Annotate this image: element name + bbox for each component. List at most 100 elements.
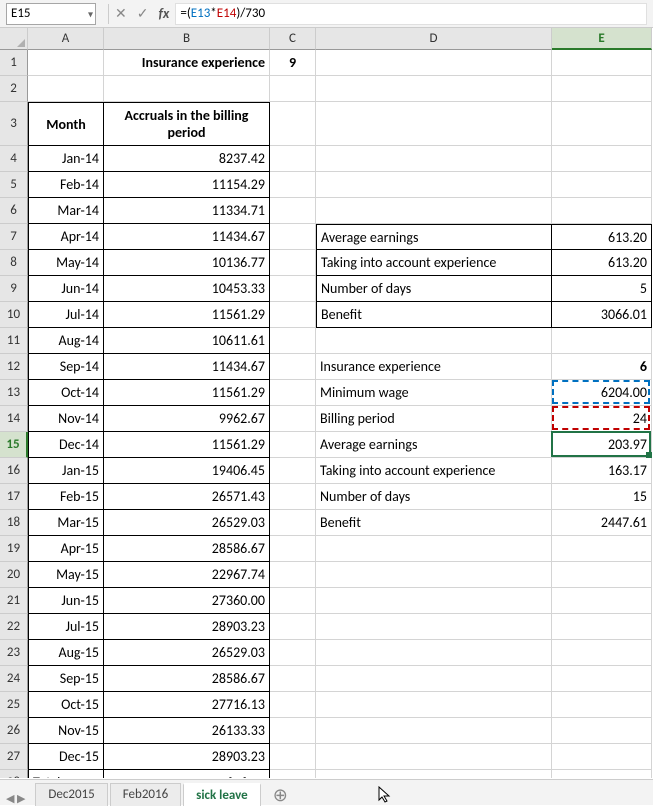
- cell-C22[interactable]: [270, 614, 316, 640]
- cell-A4[interactable]: Jan-14: [28, 146, 104, 172]
- cell-E3[interactable]: [552, 102, 652, 146]
- cell-D22[interactable]: [316, 614, 552, 640]
- cell-D11[interactable]: [316, 328, 552, 354]
- cell-A3[interactable]: Month: [28, 102, 104, 146]
- cell-B5[interactable]: 11154.29: [104, 172, 270, 198]
- cell-E15[interactable]: 203.97: [552, 432, 652, 458]
- cell-C10[interactable]: [270, 302, 316, 328]
- cell-B10[interactable]: 11561.29: [104, 302, 270, 328]
- cell-D6[interactable]: [316, 198, 552, 224]
- cell-C1[interactable]: 9: [270, 50, 316, 76]
- cell-E13[interactable]: 6204.00: [552, 380, 652, 406]
- cell-D7[interactable]: Average earnings: [316, 224, 552, 250]
- row-header-28[interactable]: 28: [0, 770, 28, 778]
- cell-B21[interactable]: 27360.00: [104, 588, 270, 614]
- cell-C19[interactable]: [270, 536, 316, 562]
- col-header-B[interactable]: B: [104, 28, 270, 50]
- row-header-23[interactable]: 23: [0, 640, 28, 666]
- cell-D24[interactable]: [316, 666, 552, 692]
- cell-D17[interactable]: Number of days: [316, 484, 552, 510]
- cell-A13[interactable]: Oct-14: [28, 380, 104, 406]
- cell-A8[interactable]: May-14: [28, 250, 104, 276]
- row-header-7[interactable]: 7: [0, 224, 28, 250]
- cell-B6[interactable]: 11334.71: [104, 198, 270, 224]
- cell-B22[interactable]: 28903.23: [104, 614, 270, 640]
- row-header-5[interactable]: 5: [0, 172, 28, 198]
- cell-E12[interactable]: 6: [552, 354, 652, 380]
- cell-E10[interactable]: 3066.01: [552, 302, 652, 328]
- cell-A10[interactable]: Jul-14: [28, 302, 104, 328]
- cell-C3[interactable]: [270, 102, 316, 146]
- cell-A23[interactable]: Aug-15: [28, 640, 104, 666]
- cell-D5[interactable]: [316, 172, 552, 198]
- row-header-14[interactable]: 14: [0, 406, 28, 432]
- row-header-3[interactable]: 3: [0, 102, 28, 146]
- col-header-E[interactable]: E: [552, 28, 652, 50]
- add-sheet-button[interactable]: ⊕: [263, 785, 298, 805]
- cell-C9[interactable]: [270, 276, 316, 302]
- row-header-27[interactable]: 27: [0, 744, 28, 770]
- cell-A1[interactable]: [28, 50, 104, 76]
- row-header-6[interactable]: 6: [0, 198, 28, 224]
- row-header-19[interactable]: 19: [0, 536, 28, 562]
- row-header-18[interactable]: 18: [0, 510, 28, 536]
- cell-E17[interactable]: 15: [552, 484, 652, 510]
- sheet-tab-sick-leave[interactable]: sick leave: [183, 783, 261, 806]
- cell-E21[interactable]: [552, 588, 652, 614]
- row-header-16[interactable]: 16: [0, 458, 28, 484]
- cell-D13[interactable]: Minimum wage: [316, 380, 552, 406]
- cell-C5[interactable]: [270, 172, 316, 198]
- cell-B3[interactable]: Accruals in the billing period: [104, 102, 270, 146]
- sheet-tab-Feb2016[interactable]: Feb2016: [110, 783, 181, 806]
- cell-E24[interactable]: [552, 666, 652, 692]
- cell-C27[interactable]: [270, 744, 316, 770]
- cell-B12[interactable]: 11434.67: [104, 354, 270, 380]
- cell-E9[interactable]: 5: [552, 276, 652, 302]
- cell-B8[interactable]: 10136.77: [104, 250, 270, 276]
- cell-C4[interactable]: [270, 146, 316, 172]
- cell-C14[interactable]: [270, 406, 316, 432]
- cell-D20[interactable]: [316, 562, 552, 588]
- accept-icon[interactable]: ✓: [137, 5, 149, 22]
- cell-A7[interactable]: Apr-14: [28, 224, 104, 250]
- row-header-17[interactable]: 17: [0, 484, 28, 510]
- tab-nav-arrows[interactable]: ◀ ▶: [6, 792, 25, 805]
- cell-A12[interactable]: Sep-14: [28, 354, 104, 380]
- cell-C17[interactable]: [270, 484, 316, 510]
- cell-E22[interactable]: [552, 614, 652, 640]
- cell-B2[interactable]: [104, 76, 270, 102]
- cell-C13[interactable]: [270, 380, 316, 406]
- cell-B25[interactable]: 27716.13: [104, 692, 270, 718]
- cell-B11[interactable]: 10611.61: [104, 328, 270, 354]
- cell-C26[interactable]: [270, 718, 316, 744]
- cell-B4[interactable]: 8237.42: [104, 146, 270, 172]
- row-header-25[interactable]: 25: [0, 692, 28, 718]
- fx-icon[interactable]: fx: [158, 5, 169, 22]
- row-header-2[interactable]: 2: [0, 76, 28, 102]
- cell-C20[interactable]: [270, 562, 316, 588]
- cell-B7[interactable]: 11434.67: [104, 224, 270, 250]
- cell-E16[interactable]: 163.17: [552, 458, 652, 484]
- cell-D21[interactable]: [316, 588, 552, 614]
- cell-A16[interactable]: Jan-15: [28, 458, 104, 484]
- cell-C23[interactable]: [270, 640, 316, 666]
- cell-A26[interactable]: Nov-15: [28, 718, 104, 744]
- col-header-D[interactable]: D: [316, 28, 552, 50]
- name-box-dropdown-icon[interactable]: ▾: [88, 7, 93, 20]
- formula-input[interactable]: =(E13*E14)/730: [175, 3, 647, 25]
- select-all-corner[interactable]: [0, 28, 28, 50]
- cell-A19[interactable]: Apr-15: [28, 536, 104, 562]
- row-header-12[interactable]: 12: [0, 354, 28, 380]
- cell-B23[interactable]: 26529.03: [104, 640, 270, 666]
- cell-D8[interactable]: Taking into account experience: [316, 250, 552, 276]
- cell-B24[interactable]: 28586.67: [104, 666, 270, 692]
- cell-A20[interactable]: May-15: [28, 562, 104, 588]
- row-header-13[interactable]: 13: [0, 380, 28, 406]
- cell-A9[interactable]: Jun-14: [28, 276, 104, 302]
- cell-E19[interactable]: [552, 536, 652, 562]
- row-header-10[interactable]: 10: [0, 302, 28, 328]
- cell-D4[interactable]: [316, 146, 552, 172]
- cell-C15[interactable]: [270, 432, 316, 458]
- cell-D19[interactable]: [316, 536, 552, 562]
- cell-C8[interactable]: [270, 250, 316, 276]
